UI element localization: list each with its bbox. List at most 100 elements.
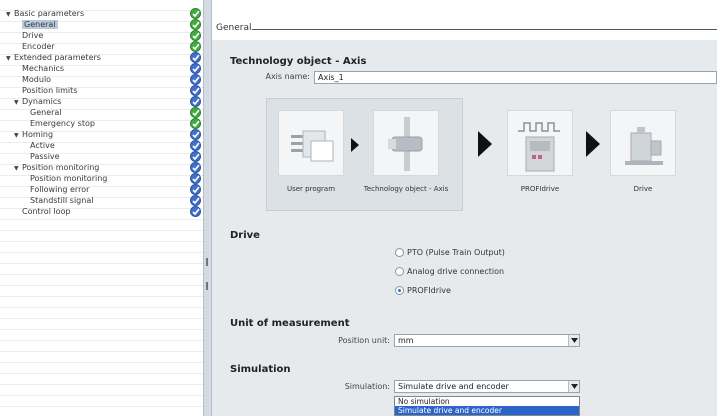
- sidebar-item-label: Position monitoring: [30, 174, 108, 183]
- sidebar-item-label: Mechanics: [22, 64, 65, 73]
- status-info-icon: [190, 184, 201, 195]
- arrow-right-icon: [586, 131, 600, 157]
- sidebar-item[interactable]: General: [0, 19, 204, 30]
- technology-object-icon: [388, 117, 423, 171]
- sidebar-item[interactable]: General: [0, 107, 204, 118]
- sidebar-item-label: Homing: [22, 130, 54, 139]
- sidebar-item[interactable]: Drive: [0, 30, 204, 41]
- sidebar-item-label: Modulo: [22, 75, 52, 84]
- sidebar-item-label: Active: [30, 141, 55, 150]
- status-ok-icon: [190, 41, 201, 52]
- dropdown-option-no-simulation[interactable]: No simulation: [395, 397, 579, 406]
- radio-label: PROFIdrive: [407, 286, 451, 295]
- dropdown-option-simulate-drive-encoder[interactable]: Simulate drive and encoder: [395, 406, 579, 415]
- status-info-icon: [190, 140, 201, 151]
- splitter-grip-bottom: [206, 282, 208, 290]
- status-info-icon: [190, 129, 201, 140]
- parameter-panel: General Technology object - Axis Axis na…: [212, 0, 717, 416]
- user-program-label: User program: [286, 185, 336, 193]
- profidrive-tile: [507, 110, 573, 176]
- sidebar-item-label: Basic parameters: [14, 9, 85, 18]
- navigation-tree: ▼ Basic parameters General Drive Encoder ▼ Ext…: [0, 0, 204, 416]
- simulation-section-title: Simulation: [230, 364, 291, 375]
- sidebar-item[interactable]: Position monitoring: [0, 173, 204, 184]
- pane-splitter[interactable]: [203, 0, 212, 416]
- radio-button[interactable]: [395, 267, 404, 276]
- simulation-select[interactable]: Simulate drive and encoder: [394, 380, 580, 393]
- sidebar-item[interactable]: Modulo: [0, 74, 204, 85]
- section-header-general: General: [216, 23, 252, 33]
- status-ok-icon: [190, 107, 201, 118]
- technology-object-title: Technology object - Axis: [230, 56, 367, 67]
- sidebar-item-label: Standstill signal: [30, 196, 94, 205]
- sidebar-item[interactable]: Following error: [0, 184, 204, 195]
- simulation-dropdown-list: No simulation Simulate drive and encoder: [394, 396, 580, 416]
- radio-pto[interactable]: PTO (Pulse Train Output): [395, 247, 505, 259]
- status-ok-icon: [190, 30, 201, 41]
- sidebar-item-label: Position monitoring: [22, 163, 100, 172]
- sidebar-item[interactable]: Encoder: [0, 41, 204, 52]
- radio-button[interactable]: [395, 248, 404, 257]
- radio-profidrive[interactable]: PROFIdrive: [395, 285, 451, 297]
- status-info-icon: [190, 151, 201, 162]
- chevron-down-icon: [571, 338, 578, 343]
- splitter-grip-top: [206, 258, 208, 266]
- sidebar-item[interactable]: Position limits: [0, 85, 204, 96]
- header-divider: [252, 29, 717, 30]
- sidebar-item[interactable]: ▼ Position monitoring: [0, 162, 204, 173]
- sidebar-item[interactable]: ▼ Basic parameters: [0, 8, 204, 19]
- sidebar-item-label: General: [22, 20, 58, 29]
- sidebar-item-label: General: [30, 108, 62, 117]
- sidebar-item-label: Drive: [22, 31, 44, 40]
- status-info-icon: [190, 52, 201, 63]
- technology-object-label: Technology object - Axis: [363, 185, 449, 193]
- profidrive-icon: [518, 122, 560, 172]
- sidebar-item[interactable]: Active: [0, 140, 204, 151]
- axis-name-label: Axis name:: [265, 72, 310, 81]
- unit-section-title: Unit of measurement: [230, 318, 350, 329]
- axis-name-input[interactable]: Axis_1: [314, 71, 717, 84]
- sidebar-item[interactable]: Control loop: [0, 206, 204, 217]
- sidebar-item-label: Emergency stop: [30, 119, 95, 128]
- status-info-icon: [190, 85, 201, 96]
- sidebar-item[interactable]: Mechanics: [0, 63, 204, 74]
- radio-label: PTO (Pulse Train Output): [407, 248, 505, 257]
- dropdown-button[interactable]: [568, 381, 579, 392]
- status-info-icon: [190, 74, 201, 85]
- status-info-icon: [190, 63, 201, 74]
- drive-section-title: Drive: [230, 230, 260, 241]
- sidebar-item[interactable]: Standstill signal: [0, 195, 204, 206]
- radio-analog[interactable]: Analog drive connection: [395, 266, 504, 278]
- status-info-icon: [190, 206, 201, 217]
- status-info-icon: [190, 173, 201, 184]
- sidebar-item[interactable]: Passive: [0, 151, 204, 162]
- user-program-icon: [291, 130, 334, 162]
- status-info-icon: [190, 195, 201, 206]
- sidebar-item-label: Following error: [30, 185, 90, 194]
- sidebar-item[interactable]: Emergency stop: [0, 118, 204, 129]
- status-ok-icon: [190, 19, 201, 30]
- drive-motor-icon: [625, 127, 663, 165]
- position-unit-label: Position unit:: [338, 336, 390, 345]
- profidrive-label: PROFIdrive: [520, 185, 560, 193]
- position-unit-select[interactable]: mm: [394, 334, 580, 347]
- sidebar-item-label: Passive: [30, 152, 60, 161]
- status-info-icon: [190, 96, 201, 107]
- radio-button[interactable]: [395, 286, 404, 295]
- technology-object-tile: [373, 110, 439, 176]
- simulation-value: Simulate drive and encoder: [398, 382, 509, 391]
- sidebar-item-label: Position limits: [22, 86, 78, 95]
- sidebar-item[interactable]: ▼ Extended parameters: [0, 52, 204, 63]
- sidebar-item[interactable]: ▼ Dynamics: [0, 96, 204, 107]
- user-program-tile: [278, 110, 344, 176]
- position-unit-value: mm: [398, 336, 414, 345]
- arrow-right-icon: [351, 138, 359, 152]
- dropdown-button[interactable]: [568, 335, 579, 346]
- sidebar-item-label: Extended parameters: [14, 53, 101, 62]
- drive-tile: [610, 110, 676, 176]
- sidebar-item[interactable]: ▼ Homing: [0, 129, 204, 140]
- status-ok-icon: [190, 8, 201, 19]
- status-info-icon: [190, 162, 201, 173]
- sidebar-item-label: Encoder: [22, 42, 55, 51]
- simulation-label: Simulation:: [344, 382, 390, 391]
